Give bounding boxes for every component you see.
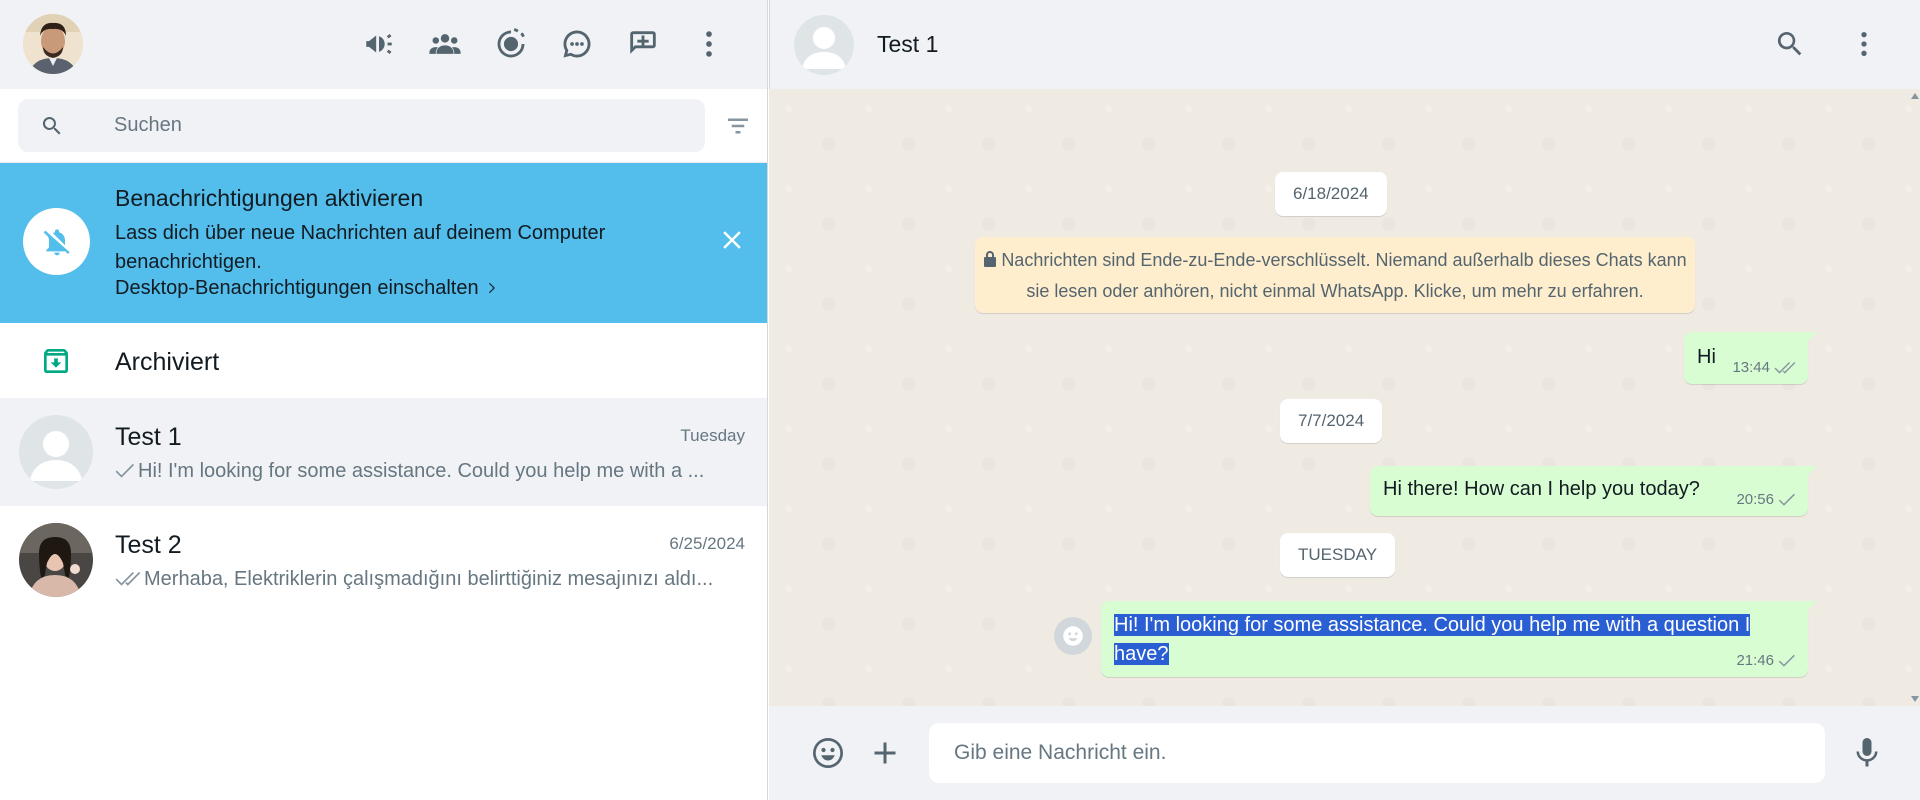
- chat-name: Test 2: [115, 531, 182, 559]
- search-icon[interactable]: [40, 114, 64, 138]
- date-chip: TUESDAY: [1280, 533, 1396, 577]
- conversation-header-icons: [1768, 22, 1886, 66]
- notification-banner: Benachrichtigungen aktivieren Lass dich …: [0, 163, 767, 323]
- left-header-icons: [357, 22, 731, 66]
- message-input-box: [929, 723, 1825, 783]
- chat-date: Tuesday: [680, 426, 745, 445]
- encryption-notice[interactable]: Nachrichten sind Ende-zu-Ende-verschlüss…: [975, 237, 1695, 313]
- conversation-panel: Test 1 6/18/2024 Nachrichten sind Ende-z…: [769, 0, 1920, 800]
- date-chip: 6/18/2024: [1275, 172, 1387, 216]
- message-text: Hi: [1697, 346, 1716, 368]
- chat-list-item[interactable]: Test 1 Tuesday Hi! I'm looking for some …: [0, 398, 767, 506]
- message-area[interactable]: 6/18/2024 Nachrichten sind Ende-zu-Ende-…: [769, 89, 1920, 706]
- filter-icon[interactable]: [723, 111, 753, 141]
- close-icon[interactable]: [717, 225, 747, 255]
- message-time: 13:44: [1732, 359, 1770, 376]
- channels-icon[interactable]: [555, 22, 599, 66]
- enable-notifications-link-label: Desktop-Benachrichtigungen einschalten: [115, 277, 479, 299]
- chat-preview-text: Merhaba, Elektriklerin çalışmadığını bel…: [144, 568, 714, 590]
- chevron-right-icon: [489, 282, 496, 294]
- message-text: Hi there! How can I help you today?: [1383, 478, 1700, 500]
- outgoing-message-selected[interactable]: Hi! I'm looking for some assistance. Cou…: [1101, 601, 1817, 677]
- message-time: 21:46: [1736, 652, 1774, 669]
- outgoing-message[interactable]: Hi there! How can I help you today? 20:5…: [1370, 466, 1817, 516]
- message-meta: 13:44: [1732, 359, 1796, 376]
- scroll-down-arrow-icon[interactable]: [1911, 696, 1919, 702]
- outgoing-message[interactable]: Hi 13:44: [1684, 332, 1817, 384]
- emoji-icon[interactable]: [804, 729, 852, 777]
- chat-list-item[interactable]: Test 2 6/25/2024 Merhaba, Elektriklerin …: [0, 506, 767, 614]
- contact-avatar[interactable]: [794, 15, 854, 75]
- chat-preview: Merhaba, Elektriklerin çalışmadığını bel…: [115, 568, 740, 593]
- megaphone-icon[interactable]: [357, 22, 401, 66]
- date-chip: 7/7/2024: [1280, 399, 1383, 443]
- conversation-header[interactable]: Test 1: [769, 0, 1920, 89]
- double-check-icon: [115, 570, 141, 593]
- enable-notifications-link[interactable]: Desktop-Benachrichtigungen einschalten: [115, 277, 498, 300]
- attach-plus-icon[interactable]: [861, 729, 909, 777]
- encryption-notice-text: Nachrichten sind Ende-zu-Ende-verschlüss…: [1001, 250, 1687, 301]
- message-input[interactable]: [929, 723, 1825, 783]
- lock-icon: [983, 246, 997, 267]
- message-time: 20:56: [1736, 491, 1774, 508]
- menu-icon[interactable]: [1842, 22, 1886, 66]
- message-meta: 20:56: [1736, 491, 1796, 508]
- left-header: [0, 0, 767, 89]
- check-icon: [1778, 654, 1795, 667]
- check-icon: [1778, 493, 1795, 506]
- scrollbar[interactable]: [1910, 89, 1920, 706]
- notification-body: Lass dich über neue Nachrichten auf dein…: [115, 222, 606, 273]
- chat-list-panel: Benachrichtigungen aktivieren Lass dich …: [0, 0, 768, 800]
- chat-date: 6/25/2024: [669, 534, 745, 553]
- contact-name[interactable]: Test 1: [877, 31, 938, 58]
- search-row: [0, 89, 767, 163]
- message-text: Hi! I'm looking for some assistance. Cou…: [1114, 611, 1794, 669]
- notification-title: Benachrichtigungen aktivieren: [115, 185, 424, 211]
- archived-label: Archiviert: [115, 348, 220, 376]
- chat-preview-text: Hi! I'm looking for some assistance. Cou…: [138, 460, 705, 482]
- archived-row[interactable]: Archiviert: [0, 323, 767, 398]
- menu-icon[interactable]: [687, 22, 731, 66]
- avatar: [19, 523, 93, 597]
- message-meta: 21:46: [1736, 652, 1796, 669]
- search-icon[interactable]: [1768, 22, 1812, 66]
- communities-icon[interactable]: [423, 22, 467, 66]
- search-box: [18, 99, 705, 152]
- selected-text: Hi! I'm looking for some assistance. Cou…: [1114, 614, 1751, 665]
- microphone-icon[interactable]: [1843, 729, 1891, 777]
- composer: [769, 706, 1920, 800]
- chat-preview: Hi! I'm looking for some assistance. Cou…: [115, 460, 740, 485]
- my-profile-avatar[interactable]: [23, 14, 83, 74]
- double-check-icon: [1774, 361, 1796, 374]
- search-input[interactable]: [114, 99, 674, 152]
- chat-name: Test 1: [115, 423, 182, 451]
- emoji-reaction-icon[interactable]: [1054, 617, 1092, 655]
- scroll-up-arrow-icon[interactable]: [1911, 93, 1919, 99]
- bell-off-icon: [23, 208, 90, 275]
- status-icon[interactable]: [489, 22, 533, 66]
- check-icon: [115, 462, 135, 485]
- avatar: [19, 415, 93, 489]
- archive-icon: [40, 345, 72, 377]
- new-chat-icon[interactable]: [621, 22, 665, 66]
